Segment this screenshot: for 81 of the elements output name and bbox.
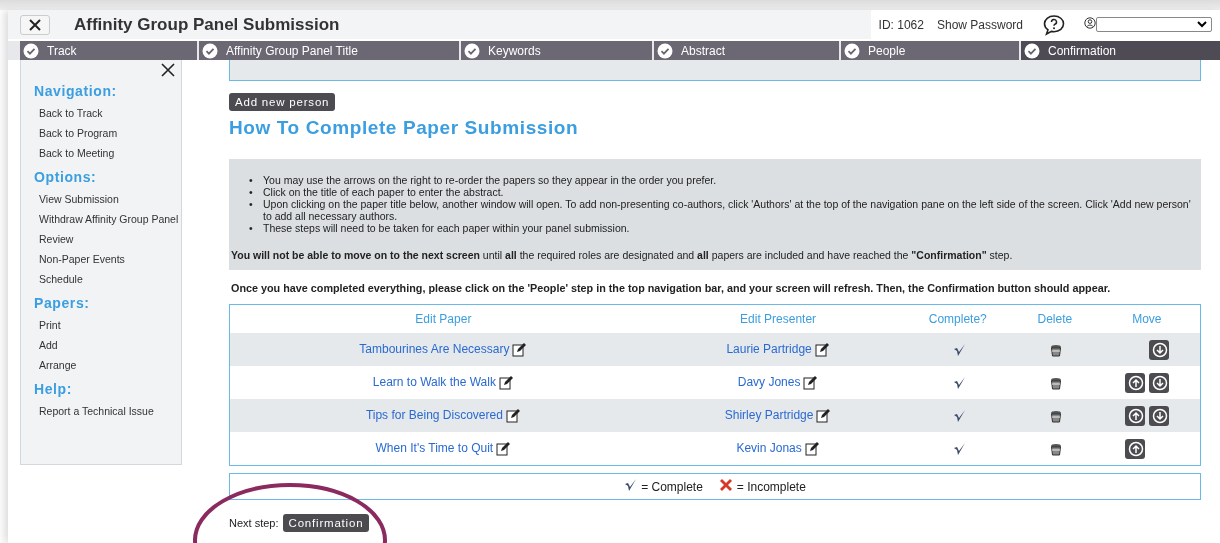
close-icon[interactable] <box>161 63 175 77</box>
close-button[interactable] <box>20 14 50 35</box>
move-down-button[interactable] <box>1148 405 1169 426</box>
edit-icon <box>512 342 528 358</box>
cross-icon <box>718 478 733 492</box>
column-header: Edit Paper <box>229 304 657 333</box>
edit-icon <box>804 441 820 457</box>
step-tab[interactable]: Track <box>20 41 197 60</box>
instruction-item: These steps will need to be taken for each paper within your panel submission. <box>263 222 630 234</box>
presenter-link[interactable]: Laurie Partridge <box>726 341 812 356</box>
edit-icon <box>498 375 514 391</box>
move-up-button[interactable] <box>1124 438 1145 459</box>
paper-link[interactable]: Tips for Being Discovered <box>365 407 503 422</box>
column-header: Delete <box>1016 304 1094 333</box>
help-icon[interactable] <box>1042 13 1066 36</box>
sidebar-link[interactable]: Review <box>39 229 181 249</box>
trash-icon[interactable] <box>1050 376 1063 390</box>
presenter-link[interactable]: Davy Jones <box>737 374 801 389</box>
move-up-button[interactable] <box>1124 372 1145 393</box>
edit-icon <box>814 342 830 358</box>
section-heading: How To Complete Paper Submission <box>229 117 580 139</box>
sidebar-link[interactable]: Add <box>39 335 181 355</box>
sidebar-heading: Papers: <box>34 295 91 311</box>
instruction-item: Click on the title of each paper to enter the abstract. <box>263 186 504 198</box>
paper-link[interactable]: When It's Time to Quit <box>375 440 494 455</box>
step-tab[interactable]: People <box>841 41 1019 60</box>
step-tab[interactable]: Keywords <box>461 41 652 60</box>
sidebar-link[interactable]: Report a Technical Issue <box>39 401 181 421</box>
step-tab[interactable]: Confirmation <box>1021 41 1220 60</box>
bullet-marker: • <box>249 174 254 186</box>
confirmation-button[interactable]: Confirmation <box>282 514 370 532</box>
user-dropdown[interactable] <box>1096 17 1212 32</box>
move-down-button[interactable] <box>1148 372 1169 393</box>
bullet-marker: • <box>249 198 254 212</box>
sidebar-link[interactable]: View Submission <box>39 189 181 209</box>
bullet-marker: • <box>249 186 254 198</box>
paper-link[interactable]: Learn to Walk the Walk <box>372 374 496 389</box>
presenter-link[interactable]: Kevin Jonas <box>736 440 802 455</box>
window-title: Affinity Group Panel Submission <box>74 14 340 35</box>
instruction-item: Upon clicking on the paper title below, another window will open. To add non-presenting co-authors, click 'Authors' at the top of the navigation pane on the left side of the screen. Click 'Add new person' to add all necessary authors. <box>263 198 1192 222</box>
check-icon <box>624 478 638 492</box>
column-header: Move <box>1093 304 1201 333</box>
sidebar-heading: Options: <box>34 169 98 185</box>
sidebar-link[interactable]: Withdraw Affinity Group Panel <box>39 209 181 229</box>
close-icon <box>28 17 42 32</box>
column-header: Complete? <box>899 304 1016 333</box>
instruction-item: You may use the arrows on the right to re-order the papers so they appear in the order you prefer. <box>263 174 717 186</box>
column-header: Edit Presenter <box>656 304 900 333</box>
trash-icon[interactable] <box>1050 343 1063 357</box>
instruction-note: You will not be able to move on to the next screen until all the required roles are designated and all papers are included and have reached the "Confirmation" step. <box>231 249 1014 261</box>
sidebar-heading: Help: <box>34 381 73 397</box>
sidebar-link[interactable]: Schedule <box>39 269 181 289</box>
presenter-link[interactable]: Shirley Partridge <box>724 407 814 422</box>
next-step-label: Next step: <box>229 517 279 529</box>
legend-label: = Incomplete <box>736 479 806 494</box>
bullet-marker: • <box>249 222 254 234</box>
trash-icon[interactable] <box>1050 409 1063 423</box>
sidebar-heading: Navigation: <box>34 83 118 99</box>
sidebar-link[interactable]: Print <box>39 315 181 335</box>
user-icon <box>1084 17 1096 29</box>
move-down-button[interactable] <box>1148 339 1169 360</box>
sidebar-link[interactable]: Back to Track <box>39 103 181 123</box>
sidebar-link[interactable]: Non-Paper Events <box>39 249 181 269</box>
sidebar-link[interactable]: Arrange <box>39 355 181 375</box>
sidebar-link[interactable]: Back to Meeting <box>39 143 181 163</box>
trash-icon[interactable] <box>1050 442 1063 456</box>
paper-link[interactable]: Tambourines Are Necessary <box>359 341 510 356</box>
edit-icon <box>505 408 521 424</box>
caret-icon <box>1197 21 1207 28</box>
show-password-link[interactable]: Show Password <box>936 17 1023 32</box>
step-tab[interactable]: Affinity Group Panel Title <box>199 41 459 60</box>
add-person-button[interactable]: Add new person <box>229 93 336 111</box>
notice-text: Once you have completed everything, please click on the 'People' step in the top navigation bar, and your screen will refresh. Then, the Confirmation button should appear. <box>231 282 1112 294</box>
edit-icon <box>816 408 832 424</box>
legend-label: = Complete <box>641 479 703 494</box>
step-tab[interactable]: Abstract <box>654 41 839 60</box>
move-up-button[interactable] <box>1124 405 1145 426</box>
sidebar-link[interactable]: Back to Program <box>39 123 181 143</box>
edit-icon <box>803 375 819 391</box>
edit-icon <box>496 441 512 457</box>
submission-id: ID: 1062 <box>878 17 924 32</box>
